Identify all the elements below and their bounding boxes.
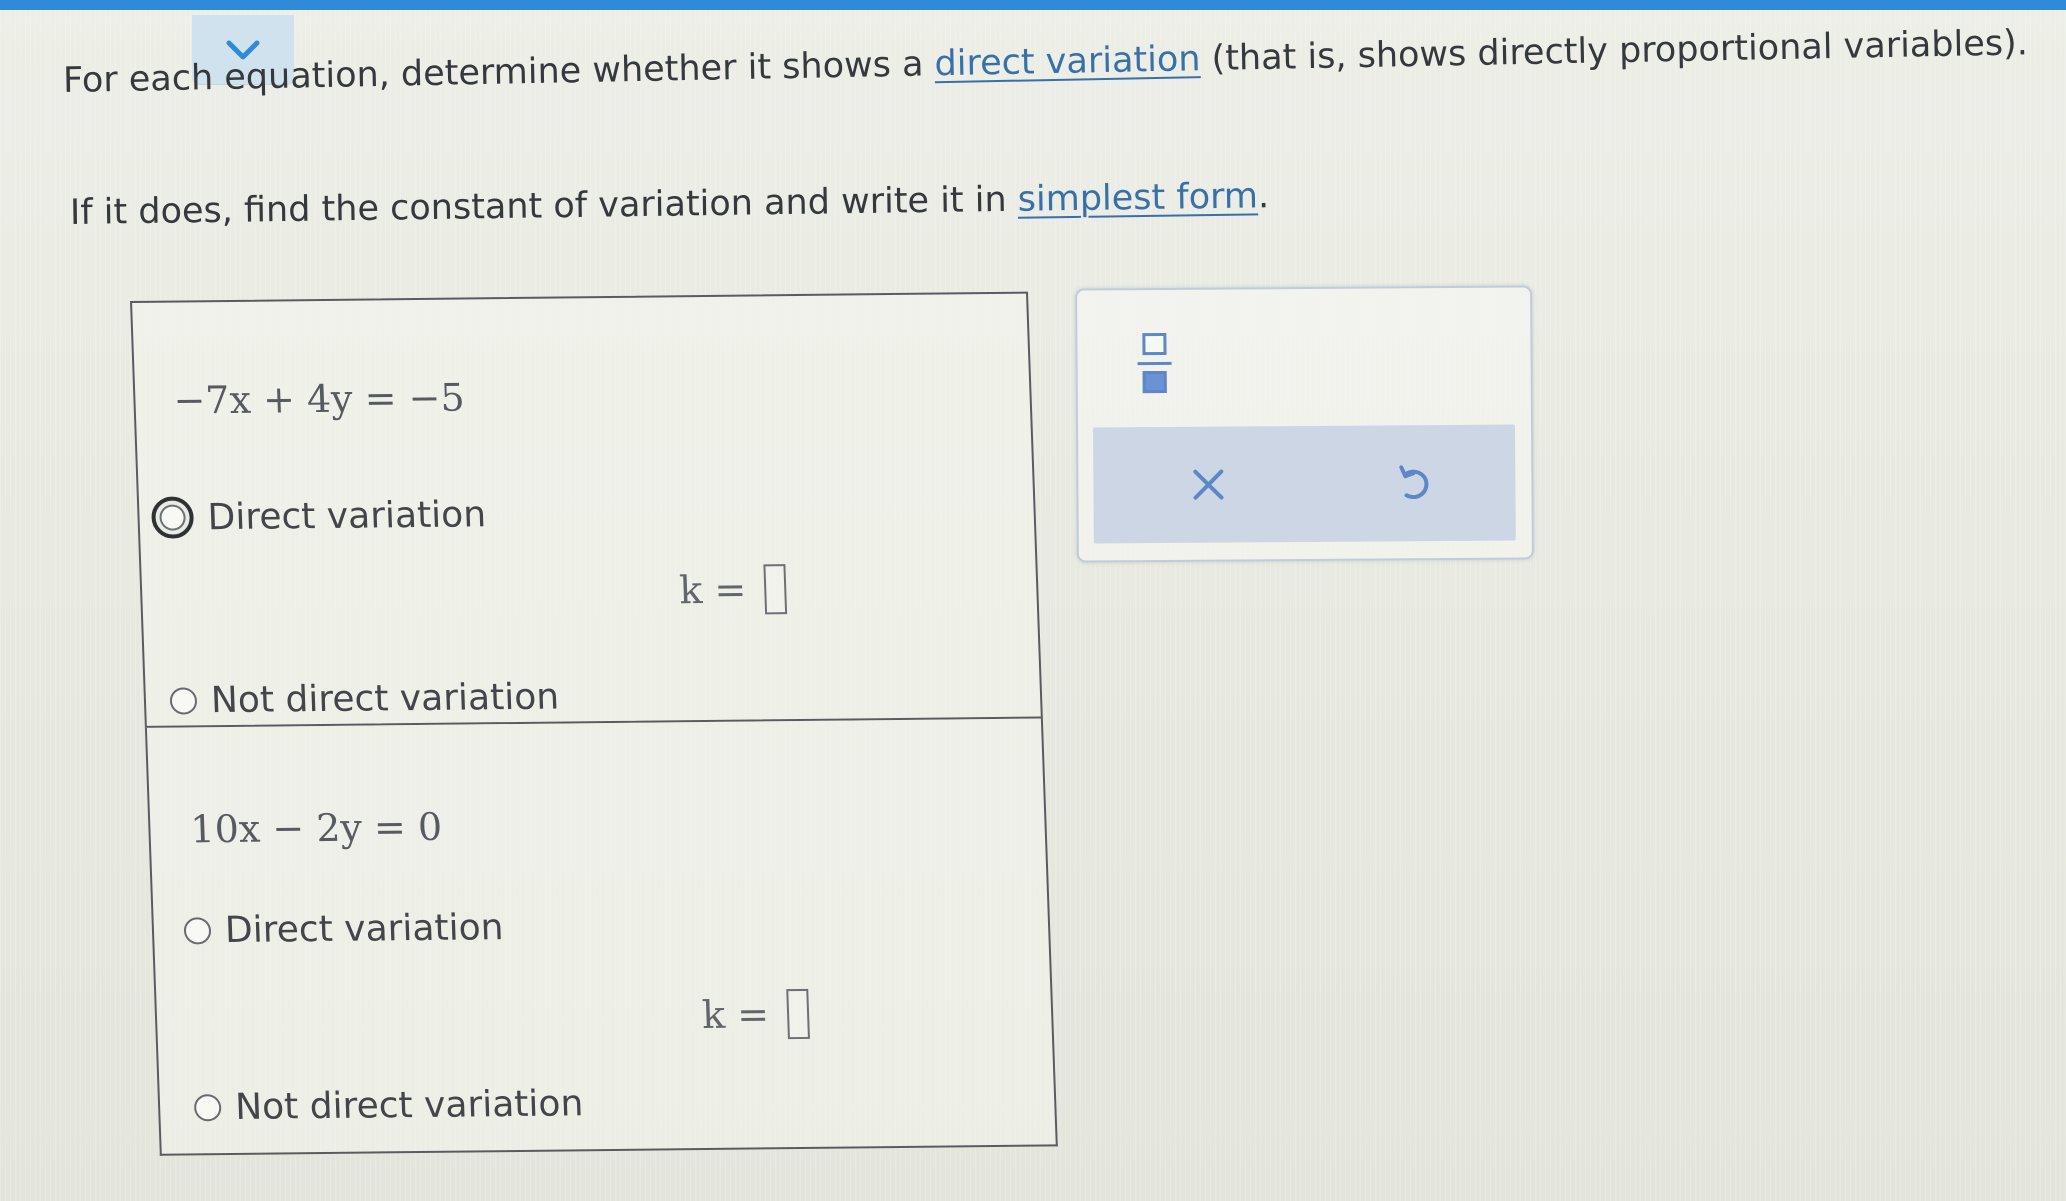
constant-of-variation-answer: k = [701, 988, 810, 1040]
tool-action-bar [1093, 424, 1516, 544]
not-direct-variation-option[interactable]: Not direct variation [169, 676, 560, 722]
instruction-line-2-suffix: . [1257, 176, 1270, 217]
radio-button[interactable] [193, 1094, 222, 1122]
radio-button[interactable] [169, 687, 198, 715]
equation-text: −7x + 4y = −5 [172, 375, 466, 423]
close-icon [1193, 469, 1224, 500]
fraction-denominator-icon [1142, 370, 1167, 394]
math-tool-palette [1075, 285, 1534, 563]
constant-of-variation-answer: k = [678, 564, 788, 615]
instruction-line-2: If it does, find the constant of variati… [70, 175, 1270, 234]
direct-variation-option[interactable]: Direct variation [150, 493, 487, 539]
direct-variation-link[interactable]: direct variation [934, 39, 1201, 84]
top-accent-bar [0, 0, 2066, 10]
problem-list: −7x + 4y = −5 Direct variation k = Not d… [130, 291, 1060, 1156]
problem-panel: 10x − 2y = 0 Direct variation k = Not di… [144, 718, 1058, 1156]
not-direct-variation-label: Not direct variation [234, 1083, 584, 1128]
k-label: k = [678, 567, 747, 613]
not-direct-variation-label: Not direct variation [210, 676, 560, 722]
not-direct-variation-option[interactable]: Not direct variation [193, 1083, 584, 1128]
clear-button[interactable] [1173, 449, 1243, 519]
instruction-line-1: For each equation, determine whether it … [63, 22, 2029, 102]
undo-button[interactable] [1379, 448, 1449, 518]
direct-variation-option[interactable]: Direct variation [183, 907, 504, 951]
instruction-line-1-suffix: (that is, shows directly proportional va… [1200, 23, 2029, 80]
k-label: k = [701, 992, 770, 1038]
radio-button[interactable] [150, 496, 195, 539]
direct-variation-label: Direct variation [206, 493, 487, 538]
k-answer-input[interactable] [786, 988, 810, 1040]
fraction-numerator-icon [1142, 332, 1167, 356]
simplest-form-link[interactable]: simplest form [1017, 176, 1258, 219]
instruction-line-2-prefix: If it does, find the constant of variati… [69, 179, 1019, 233]
radio-button[interactable] [183, 917, 212, 945]
equation-text: 10x − 2y = 0 [189, 804, 443, 852]
fraction-template-button[interactable] [1137, 332, 1172, 395]
fraction-bar-icon [1137, 361, 1172, 366]
k-answer-input[interactable] [763, 564, 788, 615]
undo-icon [1399, 465, 1429, 500]
direct-variation-label: Direct variation [224, 907, 505, 952]
problem-panel: −7x + 4y = −5 Direct variation k = Not d… [130, 291, 1043, 728]
